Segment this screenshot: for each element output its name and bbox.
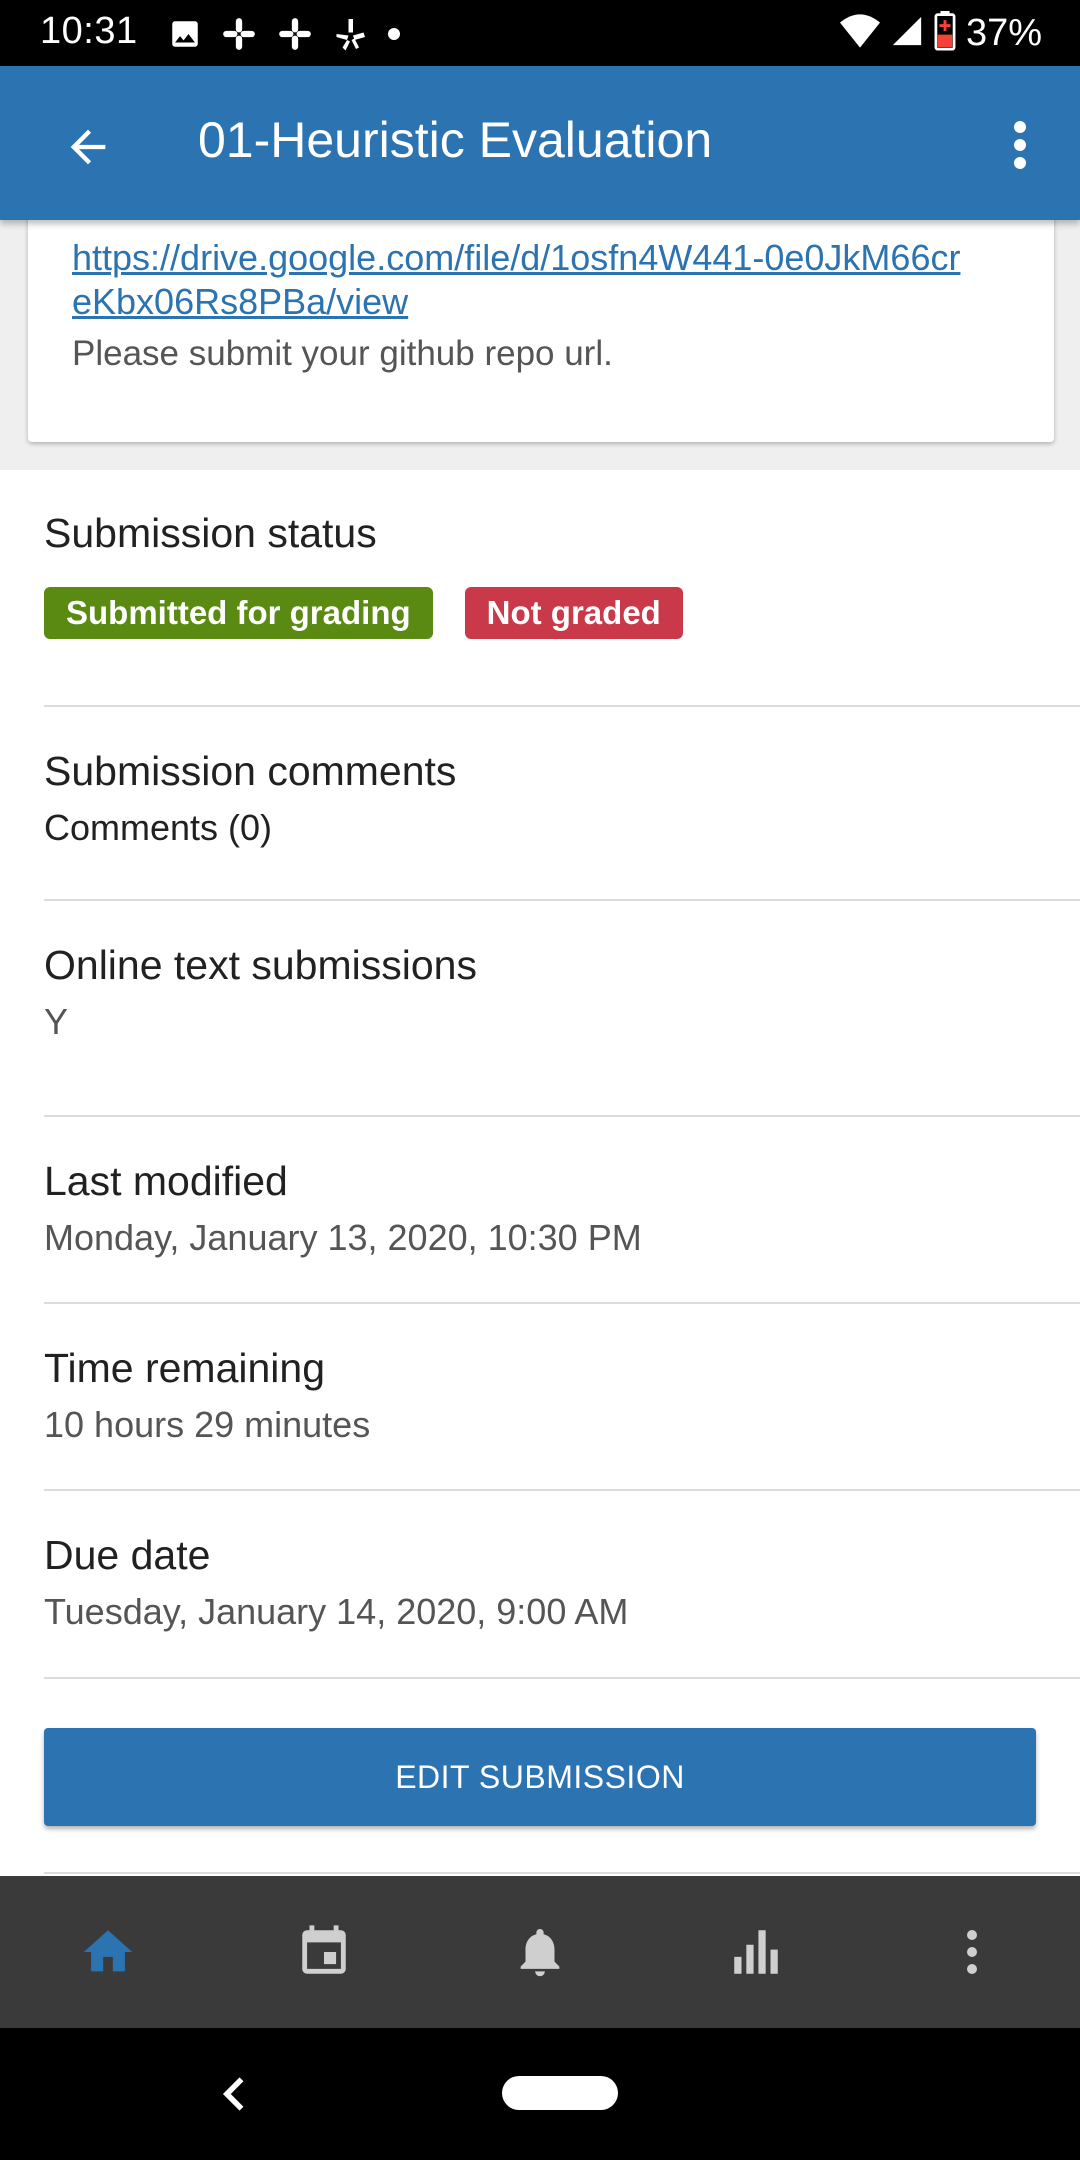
more-vert-icon <box>1014 121 1026 169</box>
back-button[interactable] <box>56 115 120 179</box>
system-back-button[interactable] <box>214 2072 258 2116</box>
slack-icon <box>220 15 258 53</box>
description-card: https://drive.google.com/file/d/1osfn4W4… <box>28 210 1054 442</box>
app-bar: 01-Heuristic Evaluation <box>0 66 1080 220</box>
more-vert-icon <box>967 1930 977 1974</box>
not-graded-badge: Not graded <box>464 587 683 639</box>
time-remaining-value: 10 hours 29 minutes <box>44 1404 371 1445</box>
tab-home[interactable] <box>0 1876 216 2028</box>
system-nav-bar <box>0 2028 1080 2160</box>
comments-link[interactable]: Comments (0) <box>44 807 1080 849</box>
submission-status-section: Submission status Submitted for grading … <box>44 510 1080 639</box>
divider <box>44 1489 1080 1491</box>
online-text-title: Online text submissions <box>44 942 477 988</box>
submission-comments-section: Submission comments Comments (0) <box>44 748 1080 849</box>
notification-icons <box>168 14 402 54</box>
wifi-icon <box>839 13 880 53</box>
battery-percent: 37% <box>965 11 1042 54</box>
submitted-badge: Submitted for grading <box>44 587 433 639</box>
image-icon <box>168 17 202 51</box>
calendar-icon <box>302 1925 346 1974</box>
tab-calendar[interactable] <box>216 1876 432 2028</box>
divider <box>44 899 1080 901</box>
due-date-title: Due date <box>44 1532 211 1578</box>
system-home-pill[interactable] <box>502 2076 618 2110</box>
slack-icon <box>276 15 314 53</box>
time-remaining-section: Time remaining 10 hours 29 minutes <box>44 1345 1080 1446</box>
divider <box>44 1677 1080 1679</box>
last-modified-section: Last modified Monday, January 13, 2020, … <box>44 1158 1080 1259</box>
online-text-value: Y <box>44 1001 69 1042</box>
tab-notifications[interactable] <box>432 1876 648 2028</box>
time-remaining-title: Time remaining <box>44 1345 326 1391</box>
page-content: https://drive.google.com/file/d/1osfn4W4… <box>0 210 1080 1876</box>
page-title: 01-Heuristic Evaluation <box>198 112 713 168</box>
last-modified-value: Monday, January 13, 2020, 10:30 PM <box>44 1217 642 1258</box>
submission-status-title: Submission status <box>44 510 377 556</box>
yelp-icon <box>332 15 368 53</box>
divider <box>44 1115 1080 1117</box>
arrow-left-icon <box>70 129 106 165</box>
status-badges: Submitted for grading Not graded <box>44 587 1080 639</box>
last-modified-title: Last modified <box>44 1158 288 1204</box>
tab-grades[interactable] <box>648 1876 864 2028</box>
divider <box>44 705 1080 707</box>
status-time: 10:31 <box>40 10 138 52</box>
home-icon <box>83 1930 133 1972</box>
grades-chart-icon <box>734 1930 778 1974</box>
bottom-tab-bar <box>0 1876 1080 2028</box>
battery-low-icon <box>934 10 956 56</box>
dot-icon <box>386 26 402 42</box>
description-link[interactable]: https://drive.google.com/file/d/1osfn4W4… <box>72 236 972 324</box>
online-text-section[interactable]: Online text submissions Y <box>44 942 1080 1043</box>
bell-icon <box>520 1929 560 1977</box>
system-status: 37% <box>839 10 1042 56</box>
divider <box>44 1302 1080 1304</box>
due-date-value: Tuesday, January 14, 2020, 9:00 AM <box>44 1591 629 1632</box>
description-text: Please submit your github repo url. <box>72 334 613 373</box>
due-date-section: Due date Tuesday, January 14, 2020, 9:00… <box>44 1532 1080 1633</box>
submission-comments-title: Submission comments <box>44 748 457 794</box>
status-bar: 10:31 37% <box>0 0 1080 66</box>
divider <box>44 1872 1080 1874</box>
overflow-menu-button[interactable] <box>996 113 1044 177</box>
description-area: https://drive.google.com/file/d/1osfn4W4… <box>0 210 1080 470</box>
tab-more[interactable] <box>864 1876 1080 2028</box>
edit-submission-button[interactable]: EDIT SUBMISSION <box>44 1728 1036 1826</box>
cell-signal-icon <box>890 14 924 53</box>
chevron-left-icon <box>222 2077 244 2111</box>
